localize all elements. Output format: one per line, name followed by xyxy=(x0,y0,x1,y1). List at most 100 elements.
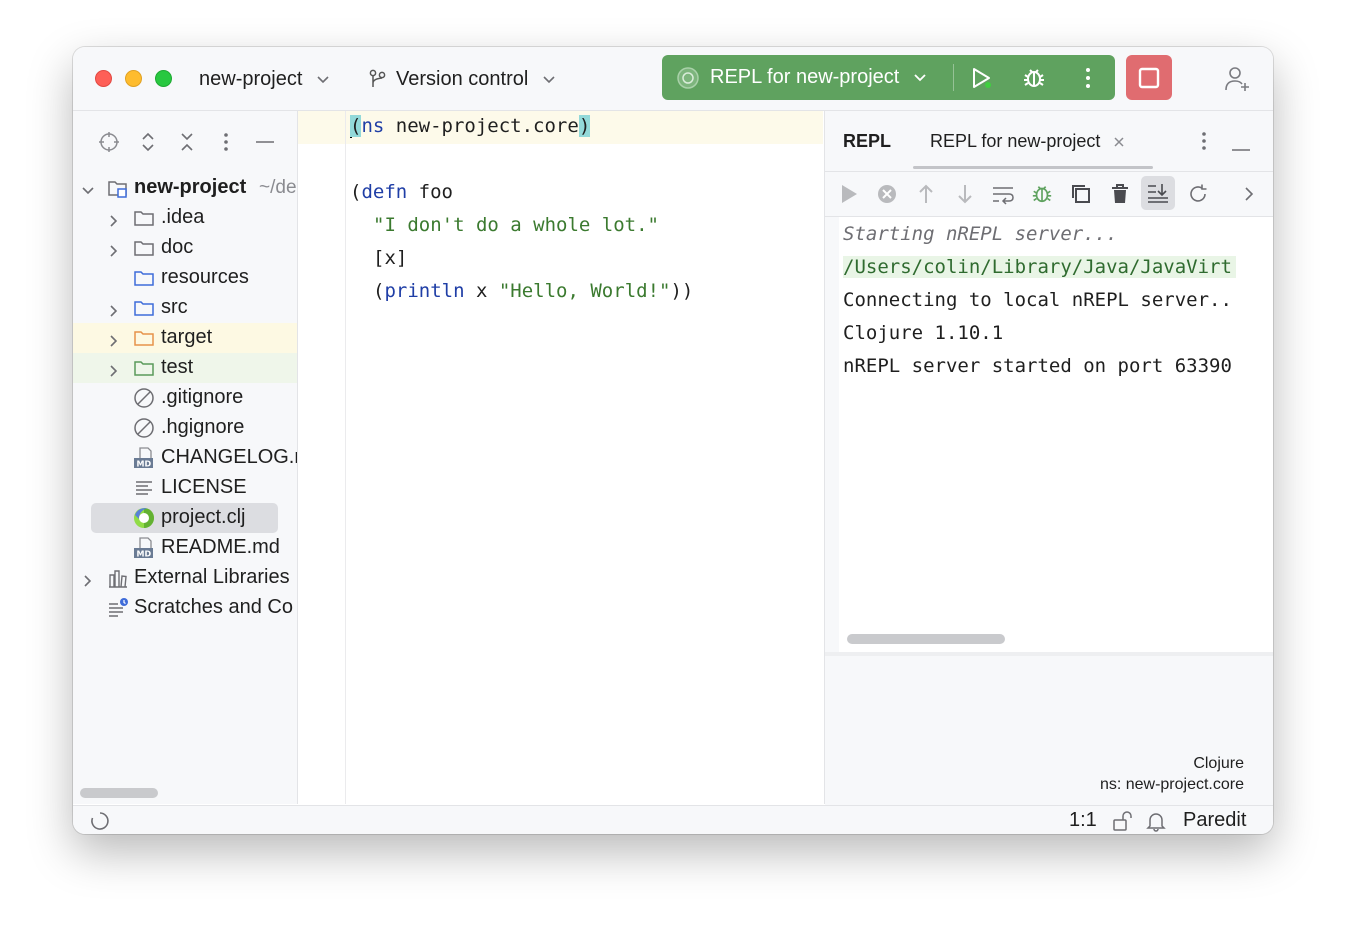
code-line-3: (defn foo xyxy=(350,181,453,203)
text-file-icon xyxy=(133,477,155,499)
debug-icon[interactable] xyxy=(1030,182,1054,206)
tree-item-resources[interactable]: resources xyxy=(73,263,297,293)
horizontal-scrollbar[interactable] xyxy=(847,634,1005,644)
run-config-selector[interactable]: REPL for new-project xyxy=(676,55,927,100)
options-icon[interactable] xyxy=(215,131,237,153)
stop-button[interactable] xyxy=(1126,55,1172,100)
execute-icon[interactable] xyxy=(837,182,861,206)
chevron-down-icon[interactable] xyxy=(81,181,95,195)
arrow-down-icon[interactable] xyxy=(953,182,977,206)
tree-item-gitignore[interactable]: .gitignore xyxy=(73,383,297,413)
tree-item-doc[interactable]: doc xyxy=(73,233,297,263)
repl-language: Clojure xyxy=(1193,755,1244,772)
chevron-right-icon[interactable] xyxy=(107,241,121,257)
scratches-icon xyxy=(107,597,129,619)
arrow-up-icon[interactable] xyxy=(914,182,938,206)
more-actions-icon[interactable] xyxy=(1075,65,1101,91)
module-folder-icon xyxy=(107,177,129,199)
chevron-right-icon[interactable] xyxy=(107,301,121,317)
run-config-label: REPL for new-project xyxy=(710,66,900,88)
tree-item-label: resources xyxy=(161,266,249,288)
tree-item-src[interactable]: src xyxy=(73,293,297,323)
console-line: Clojure 1.10.1 xyxy=(843,322,1004,344)
tree-item-changelog[interactable]: MD CHANGELOG.r xyxy=(73,443,297,473)
interrupt-icon[interactable] xyxy=(875,182,899,206)
status-bar: 1:1 Paredit xyxy=(73,805,1273,834)
chevron-down-icon xyxy=(316,68,330,91)
vcs-selector[interactable]: Version control xyxy=(368,66,556,92)
repl-console-output[interactable]: Starting nREPL server... /Users/colin/Li… xyxy=(839,217,1273,652)
hide-panel-icon[interactable] xyxy=(1231,139,1251,157)
tree-item-label: Scratches and Co xyxy=(134,596,293,618)
tree-item-license[interactable]: LICENSE xyxy=(73,473,297,503)
code-editor[interactable]: (ns new-project.core) (defn foo "I don't… xyxy=(298,111,823,804)
markdown-icon: MD xyxy=(133,447,155,469)
ignore-file-icon xyxy=(133,417,155,439)
project-name: new-project xyxy=(199,67,303,90)
root-label: new-project xyxy=(134,176,247,198)
tree-item-project-clj[interactable]: project.clj xyxy=(73,503,297,533)
project-selector[interactable]: new-project xyxy=(199,66,330,92)
project-panel: new-project ~/de .idea doc resources src… xyxy=(73,111,298,804)
chevron-right-icon[interactable] xyxy=(107,211,121,227)
copy-icon[interactable] xyxy=(1069,182,1093,206)
scroll-to-end-icon[interactable] xyxy=(1141,176,1175,210)
loading-icon xyxy=(90,811,110,834)
tree-item-readme[interactable]: MD README.md xyxy=(73,533,297,563)
zoom-window-button[interactable] xyxy=(155,70,172,87)
folder-icon xyxy=(133,327,155,349)
expand-all-icon[interactable] xyxy=(137,131,159,153)
add-user-icon[interactable] xyxy=(1223,64,1253,94)
minimize-window-button[interactable] xyxy=(125,70,142,87)
repl-icon xyxy=(676,66,700,90)
soft-wrap-icon[interactable] xyxy=(991,182,1015,206)
chevron-down-icon xyxy=(913,66,927,89)
chevron-right-icon[interactable] xyxy=(107,331,121,347)
project-toolbar xyxy=(73,111,297,171)
tree-item-target[interactable]: target xyxy=(73,323,297,353)
repl-input-area[interactable]: Clojure ns: new-project.core xyxy=(825,652,1273,808)
repl-tool-window: REPL REPL for new-project Starting nREPL… xyxy=(824,111,1273,808)
tree-item-label: LICENSE xyxy=(161,476,247,498)
chevron-right-icon[interactable] xyxy=(1237,182,1261,206)
bell-icon[interactable] xyxy=(1145,810,1167,834)
close-window-button[interactable] xyxy=(95,70,112,87)
folder-icon xyxy=(133,267,155,289)
active-tab-indicator xyxy=(913,166,1153,169)
svg-text:MD: MD xyxy=(137,460,152,469)
tree-item-scratches[interactable]: Scratches and Co xyxy=(73,593,297,623)
horizontal-scrollbar[interactable] xyxy=(80,788,158,798)
collapse-all-icon[interactable] xyxy=(176,131,198,153)
tree-item-label: test xyxy=(161,356,194,378)
tree-root[interactable]: new-project ~/de xyxy=(73,173,297,203)
tree-item-test[interactable]: test xyxy=(73,353,297,383)
lock-icon[interactable] xyxy=(1111,810,1133,834)
tab-label: REPL for new-project xyxy=(930,131,1101,151)
tree-item-external-libraries[interactable]: External Libraries xyxy=(73,563,297,593)
refresh-icon[interactable] xyxy=(1186,182,1210,206)
caret-position[interactable]: 1:1 xyxy=(1069,809,1097,832)
folder-icon xyxy=(133,297,155,319)
locate-icon[interactable] xyxy=(98,131,120,153)
tree-item-hgignore[interactable]: .hgignore xyxy=(73,413,297,443)
hide-panel-icon[interactable] xyxy=(254,131,276,153)
close-icon[interactable] xyxy=(1113,132,1125,153)
console-line: Connecting to local nREPL server.. xyxy=(843,289,1232,311)
tree-item-label: doc xyxy=(161,236,194,258)
chevron-right-icon[interactable] xyxy=(81,571,95,587)
tree-item-label: External Libraries xyxy=(134,566,290,588)
debug-button[interactable] xyxy=(1021,65,1047,91)
paredit-status[interactable]: Paredit xyxy=(1183,809,1246,832)
console-line: /Users/colin/Library/Java/JavaVirt xyxy=(843,256,1236,278)
tree-item-idea[interactable]: .idea xyxy=(73,203,297,233)
repl-tab-bar: REPL REPL for new-project xyxy=(825,111,1273,169)
run-button[interactable] xyxy=(968,65,994,91)
options-icon[interactable] xyxy=(1201,131,1207,156)
console-line: nREPL server started on port 63390 xyxy=(843,355,1232,377)
tab-repl-for-new-project[interactable]: REPL for new-project xyxy=(930,131,1125,153)
chevron-right-icon[interactable] xyxy=(107,361,121,377)
trash-icon[interactable] xyxy=(1108,182,1132,206)
tree-item-label: .hgignore xyxy=(161,416,245,438)
ignore-file-icon xyxy=(133,387,155,409)
library-icon xyxy=(107,567,129,589)
